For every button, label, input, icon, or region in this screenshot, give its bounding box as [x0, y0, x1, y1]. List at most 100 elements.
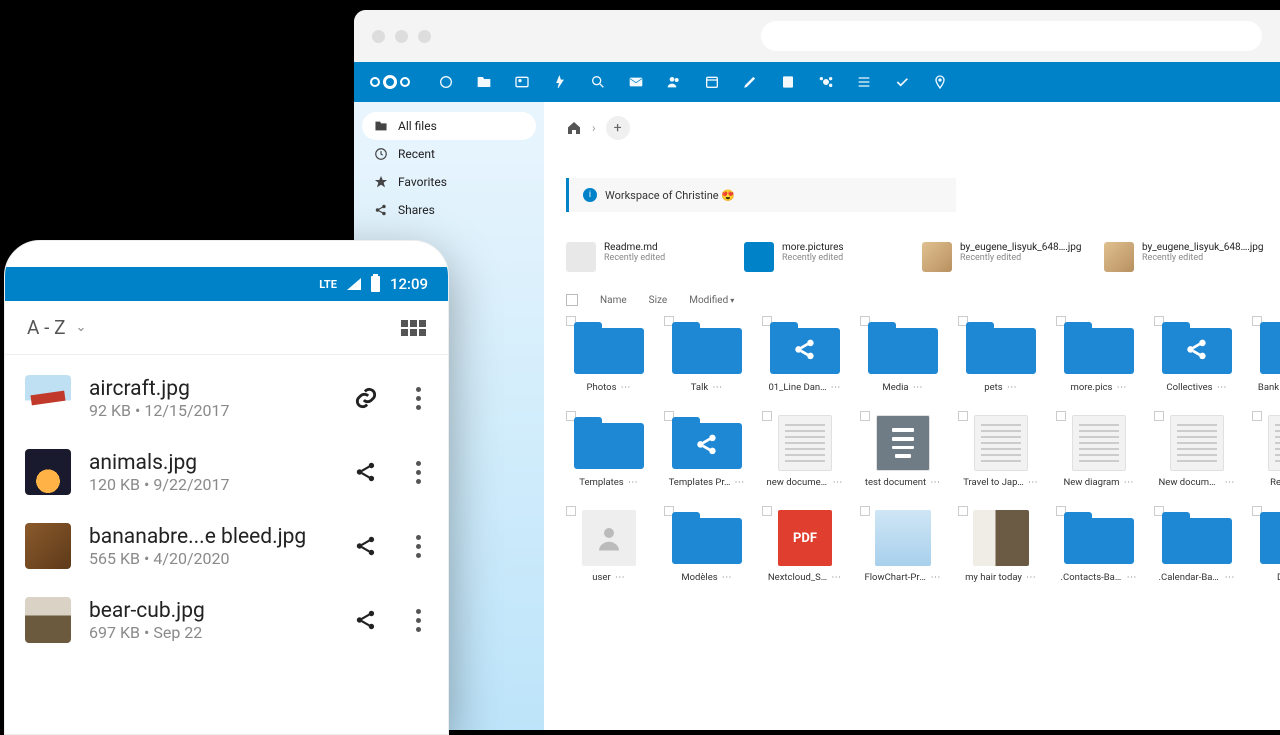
file-tile[interactable]: Deck⋯: [1252, 506, 1280, 583]
more-menu-icon[interactable]: [408, 461, 428, 484]
tile-more-icon[interactable]: ⋯: [734, 477, 745, 488]
list-icon[interactable]: [856, 74, 872, 90]
files-icon[interactable]: [476, 74, 492, 90]
deck-icon[interactable]: [780, 74, 796, 90]
recent-item[interactable]: Readme.md Recently edited: [566, 242, 716, 272]
share-icon[interactable]: [352, 459, 380, 485]
file-tile[interactable]: Templates Pr…⋯: [664, 411, 750, 488]
home-icon[interactable]: [566, 120, 582, 136]
tile-more-icon[interactable]: ⋯: [831, 572, 842, 583]
tile-more-icon[interactable]: ⋯: [1007, 382, 1018, 393]
grid-view-toggle[interactable]: [401, 320, 426, 336]
file-tile[interactable]: .Calendar-Backup⋯: [1154, 506, 1240, 583]
col-modified[interactable]: Modified▾: [689, 295, 734, 306]
file-tile[interactable]: .Contacts-Backup⋯: [1056, 506, 1142, 583]
address-bar[interactable]: [761, 21, 1262, 51]
sidebar-item-label: Favorites: [398, 175, 447, 189]
activity-icon[interactable]: [552, 74, 568, 90]
file-tile[interactable]: Bank docum…⋯: [1252, 316, 1280, 393]
file-tile[interactable]: Photos⋯: [566, 316, 652, 393]
calendar-icon[interactable]: [704, 74, 720, 90]
contacts-icon[interactable]: [666, 74, 682, 90]
file-thumbnail: [25, 597, 71, 643]
add-button[interactable]: +: [606, 116, 630, 140]
file-tile[interactable]: user⋯: [566, 506, 652, 583]
tile-more-icon[interactable]: ⋯: [620, 382, 631, 393]
sort-dropdown[interactable]: A - Z ⌄: [27, 316, 86, 339]
file-tile[interactable]: Talk⋯: [664, 316, 750, 393]
tile-more-icon[interactable]: ⋯: [1225, 572, 1236, 583]
share-icon[interactable]: [352, 533, 380, 559]
traffic-light-min[interactable]: [395, 30, 408, 43]
file-tile[interactable]: Media⋯: [860, 316, 946, 393]
tile-more-icon[interactable]: ⋯: [628, 477, 639, 488]
recent-item[interactable]: more.pictures Recently edited: [744, 242, 894, 272]
file-tile[interactable]: my hair today⋯: [958, 506, 1044, 583]
file-tile[interactable]: new document⋯: [762, 411, 848, 488]
sidebar-item-shares[interactable]: Shares: [362, 196, 536, 224]
file-tile[interactable]: Readme⋯: [1252, 411, 1280, 488]
file-tile[interactable]: pets⋯: [958, 316, 1044, 393]
recent-item[interactable]: by_eugene_lisyuk_648….jpg Recently edite…: [1104, 242, 1258, 272]
tasks-icon[interactable]: [894, 74, 910, 90]
tile-more-icon[interactable]: ⋯: [931, 572, 942, 583]
sidebar-item-favorites[interactable]: Favorites: [362, 168, 536, 196]
photos-icon[interactable]: [514, 74, 530, 90]
tile-more-icon[interactable]: ⋯: [1127, 572, 1138, 583]
search-icon[interactable]: [590, 74, 606, 90]
tile-more-icon[interactable]: ⋯: [722, 572, 733, 583]
more-menu-icon[interactable]: [408, 609, 428, 632]
tile-more-icon[interactable]: ⋯: [833, 477, 844, 488]
tile-more-icon[interactable]: ⋯: [712, 382, 723, 393]
file-tile[interactable]: 01_Line Dan…⋯: [762, 316, 848, 393]
folder-icon: [672, 415, 742, 471]
tile-more-icon[interactable]: ⋯: [930, 477, 941, 488]
file-tile[interactable]: Travel to Jap…⋯: [958, 411, 1044, 488]
tile-more-icon[interactable]: ⋯: [1026, 572, 1037, 583]
notes-icon[interactable]: [742, 74, 758, 90]
tile-more-icon[interactable]: ⋯: [831, 382, 842, 393]
file-row[interactable]: bear-cub.jpg697 KB•Sep 22: [5, 583, 448, 657]
file-row[interactable]: aircraft.jpg92 KB•12/15/2017: [5, 361, 448, 435]
battery-icon: [371, 276, 380, 292]
tile-more-icon[interactable]: ⋯: [1028, 477, 1039, 488]
file-thumbnail: [25, 523, 71, 569]
more-menu-icon[interactable]: [408, 387, 428, 410]
tile-more-icon[interactable]: ⋯: [1124, 477, 1135, 488]
file-tile[interactable]: New docume…⋯: [1154, 411, 1240, 488]
col-name[interactable]: Name: [600, 295, 627, 306]
talk-icon[interactable]: [818, 74, 834, 90]
sidebar-item-all-files[interactable]: All files: [362, 112, 536, 140]
file-tile[interactable]: Collectives⋯: [1154, 316, 1240, 393]
file-tile[interactable]: New diagram ⋯: [1056, 411, 1142, 488]
select-all-checkbox[interactable]: [566, 294, 578, 306]
maps-icon[interactable]: [932, 74, 948, 90]
file-tile[interactable]: test document⋯: [860, 411, 946, 488]
tile-more-icon[interactable]: ⋯: [1116, 382, 1127, 393]
tile-more-icon[interactable]: ⋯: [1217, 382, 1228, 393]
tile-label: New diagram: [1063, 477, 1119, 488]
folder-icon: [574, 415, 644, 471]
file-row[interactable]: animals.jpg120 KB•9/22/2017: [5, 435, 448, 509]
sidebar-item-recent[interactable]: Recent: [362, 140, 536, 168]
col-size[interactable]: Size: [649, 295, 668, 306]
file-row[interactable]: bananabre...e bleed.jpg565 KB•4/20/2020: [5, 509, 448, 583]
traffic-light-close[interactable]: [372, 30, 385, 43]
traffic-light-max[interactable]: [418, 30, 431, 43]
dashboard-icon[interactable]: [438, 74, 454, 90]
tile-more-icon[interactable]: ⋯: [1225, 477, 1236, 488]
file-tile[interactable]: Modèles⋯: [664, 506, 750, 583]
tile-more-icon[interactable]: ⋯: [615, 572, 626, 583]
share-icon[interactable]: [352, 607, 380, 633]
mail-icon[interactable]: [628, 74, 644, 90]
tile-more-icon[interactable]: ⋯: [913, 382, 924, 393]
link-icon[interactable]: [352, 385, 380, 411]
workspace-banner[interactable]: i Workspace of Christine 😍: [566, 178, 956, 212]
file-tile[interactable]: PDFNextcloud_S…⋯: [762, 506, 848, 583]
file-tile[interactable]: more.pics⋯: [1056, 316, 1142, 393]
file-tile[interactable]: Templates⋯: [566, 411, 652, 488]
more-menu-icon[interactable]: [408, 535, 428, 558]
file-tile[interactable]: FlowChart-Pro…⋯: [860, 506, 946, 583]
recent-item[interactable]: by_eugene_lisyuk_648….jpg Recently edite…: [922, 242, 1076, 272]
nextcloud-logo[interactable]: [370, 75, 410, 89]
